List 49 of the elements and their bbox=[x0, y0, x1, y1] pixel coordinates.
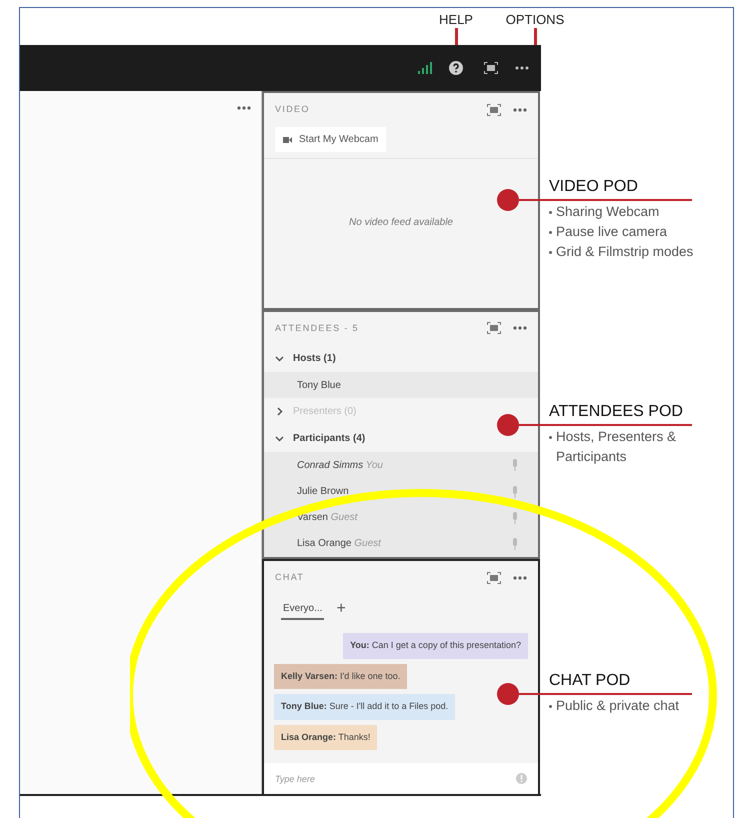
callout-bullet: Sharing Webcam bbox=[556, 203, 660, 221]
attendee-row[interactable]: Lisa Orange Guest bbox=[264, 530, 538, 557]
bullet-icon bbox=[549, 211, 552, 214]
help-icon[interactable] bbox=[449, 61, 463, 75]
attendee-row[interactable]: Conrad Simms You bbox=[264, 452, 538, 479]
annotation-label: HELP bbox=[439, 12, 473, 28]
chat-tab[interactable]: Everyo... bbox=[281, 598, 324, 620]
bullet-icon bbox=[549, 705, 552, 708]
callout-title: CHAT POD bbox=[549, 671, 632, 691]
attendee-group[interactable]: Participants (4) bbox=[264, 425, 538, 452]
callout-bullet: Hosts, Presenters & Participants bbox=[556, 428, 678, 466]
attendee-name: Conrad Simms You bbox=[297, 458, 383, 473]
attendee-name: Julie Brown bbox=[297, 485, 349, 500]
chat-message: Kelly Varsen: I'd like one too. bbox=[274, 664, 408, 689]
more-options-icon[interactable] bbox=[513, 108, 527, 112]
chevron-down-icon[interactable] bbox=[275, 354, 284, 363]
callout-bullet: Grid & Filmstrip modes bbox=[556, 243, 694, 261]
options-icon[interactable] bbox=[515, 66, 529, 70]
attendee-name: Tony Blue bbox=[297, 378, 341, 393]
attendee-group[interactable]: Hosts (1) bbox=[264, 344, 538, 372]
chat-message: Lisa Orange: Thanks! bbox=[274, 724, 378, 750]
pod-title: ATTENDEES - 5 bbox=[275, 322, 359, 335]
chevron-down-icon[interactable] bbox=[275, 434, 284, 444]
annotation-label: OPTIONS bbox=[506, 12, 564, 28]
signal-icon bbox=[418, 62, 432, 74]
callout-bullet: Public & private chat bbox=[556, 697, 680, 715]
callout-bullet: Pause live camera bbox=[556, 223, 668, 241]
pod-title: CHAT bbox=[275, 571, 304, 584]
attendee-name: Lisa Orange Guest bbox=[297, 537, 381, 552]
chat-message: You: Can I get a copy of this presentation? bbox=[343, 633, 528, 658]
pod-title: VIDEO bbox=[275, 103, 310, 116]
attendee-row[interactable]: Tony Blue bbox=[264, 372, 538, 398]
fullscreen-icon[interactable] bbox=[487, 572, 501, 584]
more-options-icon[interactable] bbox=[513, 576, 527, 580]
bullet-icon bbox=[549, 251, 552, 254]
more-options-icon[interactable] bbox=[513, 326, 527, 330]
empty-video-message: No video feed available bbox=[349, 216, 453, 230]
bullet-icon bbox=[549, 231, 552, 234]
fullscreen-icon[interactable] bbox=[487, 322, 501, 334]
callout-title: VIDEO POD bbox=[549, 177, 639, 197]
bullet-icon bbox=[549, 436, 552, 439]
fullscreen-icon[interactable] bbox=[484, 62, 498, 74]
callout-title: ATTENDEES POD bbox=[549, 402, 684, 422]
more-options-icon[interactable] bbox=[237, 106, 251, 110]
add-tab-button[interactable]: + bbox=[336, 601, 346, 617]
camera-icon bbox=[283, 136, 292, 142]
fullscreen-icon[interactable] bbox=[487, 104, 501, 116]
chat-message: Tony Blue: Sure - I'll add it to a Files pod. bbox=[274, 694, 456, 720]
start-webcam-button[interactable]: Start My Webcam bbox=[275, 127, 386, 152]
